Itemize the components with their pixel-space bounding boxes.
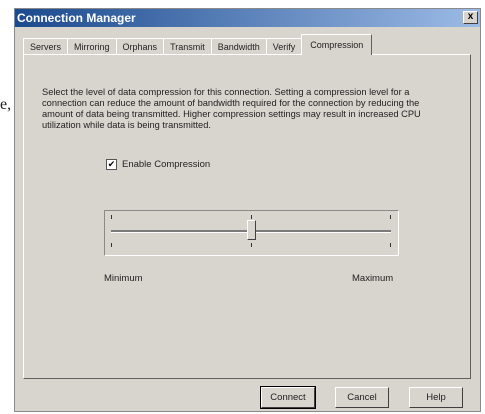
tab-mirroring[interactable]: Mirroring — [67, 38, 117, 55]
slider-tick-top-right — [390, 215, 391, 219]
slider-min-label: Minimum — [104, 273, 143, 284]
compression-slider[interactable] — [104, 210, 399, 256]
stray-text: e, — [0, 96, 12, 113]
slider-tick-top-mid — [251, 215, 252, 219]
window-title: Connection Manager — [17, 11, 136, 25]
tab-orphans[interactable]: Orphans — [115, 38, 165, 55]
title-bar: Connection Manager x — [15, 9, 480, 27]
cancel-button[interactable]: Cancel — [335, 387, 389, 408]
enable-compression-row[interactable]: ✔ Enable Compression — [106, 159, 210, 170]
connect-button[interactable]: Connect — [260, 386, 316, 409]
slider-tick-bottom-right — [390, 243, 391, 247]
tab-compression[interactable]: Compression — [301, 34, 373, 55]
enable-compression-checkbox[interactable]: ✔ — [106, 159, 117, 170]
slider-tick-bottom-left — [111, 243, 112, 247]
slider-max-label: Maximum — [352, 273, 394, 284]
tab-servers[interactable]: Servers — [23, 38, 69, 55]
slider-tick-bottom-mid — [251, 243, 252, 247]
tab-strip: Servers Mirroring Orphans Transmit Bandw… — [23, 34, 373, 55]
help-button[interactable]: Help — [409, 387, 463, 408]
connection-manager-dialog: Connection Manager x Servers Mirroring O… — [14, 8, 481, 412]
tab-bandwidth[interactable]: Bandwidth — [210, 38, 267, 55]
tab-transmit[interactable]: Transmit — [163, 38, 212, 55]
slider-tick-top-left — [111, 215, 112, 219]
close-button[interactable]: x — [463, 11, 478, 24]
enable-compression-label: Enable Compression — [122, 159, 211, 170]
checkmark-icon: ✔ — [107, 159, 116, 169]
slider-thumb[interactable] — [246, 220, 256, 240]
close-icon: x — [467, 11, 474, 22]
tab-verify[interactable]: Verify — [265, 38, 303, 55]
compression-panel: Select the level of data compression for… — [23, 54, 471, 379]
compression-description: Select the level of data compression for… — [42, 87, 421, 130]
